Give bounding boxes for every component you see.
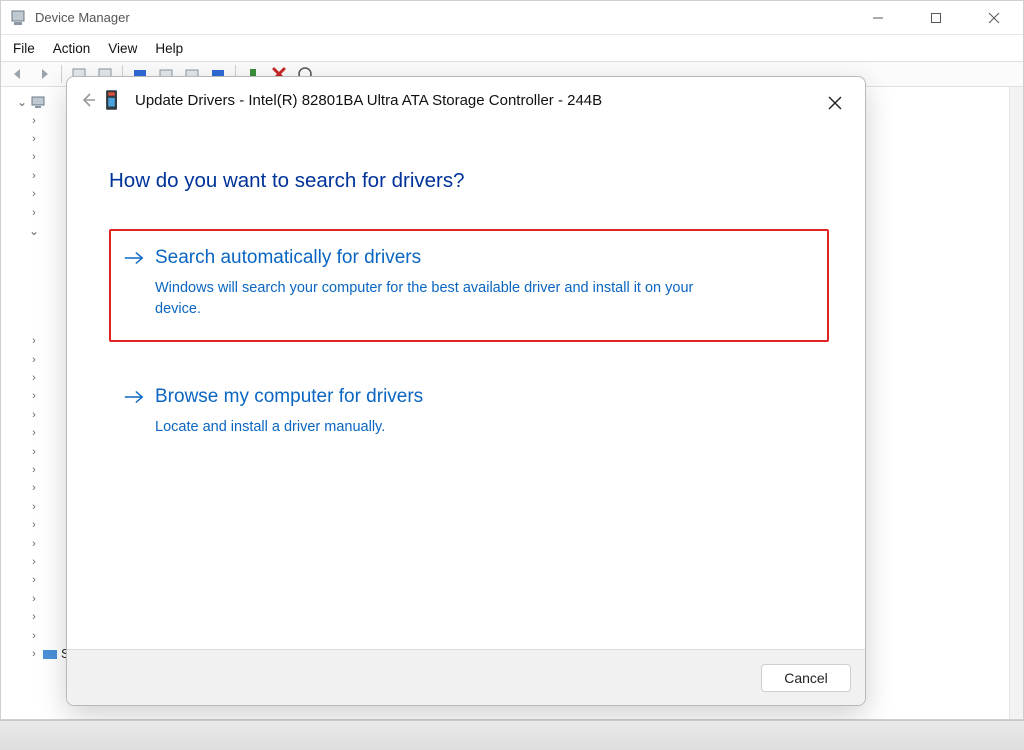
- menu-file[interactable]: File: [13, 41, 35, 56]
- option-title: Browse my computer for drivers: [155, 386, 809, 409]
- chevron-right-icon: ›: [27, 611, 41, 623]
- chevron-right-icon: ›: [27, 574, 41, 586]
- cancel-button[interactable]: Cancel: [761, 664, 851, 692]
- option-search-automatically[interactable]: Search automatically for drivers Windows…: [109, 229, 829, 342]
- taskbar[interactable]: [0, 720, 1024, 750]
- chevron-right-icon: ›: [27, 409, 41, 421]
- chevron-right-icon: ›: [27, 133, 41, 145]
- arrow-right-icon: [123, 247, 145, 265]
- chevron-right-icon: ›: [27, 556, 41, 568]
- chevron-right-icon: ›: [27, 593, 41, 605]
- hardware-icon: [105, 88, 125, 112]
- titlebar: Device Manager: [1, 1, 1023, 35]
- chevron-right-icon: ›: [27, 151, 41, 163]
- maximize-button[interactable]: [907, 1, 965, 35]
- dialog-title: Update Drivers - Intel(R) 82801BA Ultra …: [135, 92, 602, 109]
- chevron-right-icon: ›: [27, 464, 41, 476]
- folder-icon: [41, 648, 59, 660]
- computer-icon: [29, 95, 47, 109]
- option-description: Locate and install a driver manually.: [155, 417, 715, 438]
- option-browse-manually[interactable]: Browse my computer for drivers Locate an…: [109, 368, 829, 460]
- menu-action[interactable]: Action: [53, 41, 91, 56]
- chevron-right-icon: ›: [27, 648, 41, 660]
- dialog-heading: How do you want to search for drivers?: [109, 169, 829, 193]
- chevron-right-icon: ›: [27, 519, 41, 531]
- menu-help[interactable]: Help: [155, 41, 183, 56]
- chevron-right-icon: ›: [27, 501, 41, 513]
- option-title: Search automatically for drivers: [155, 247, 809, 270]
- dialog-close-button[interactable]: [823, 91, 847, 115]
- window-close-button[interactable]: [965, 1, 1023, 35]
- chevron-down-icon: ⌄: [27, 224, 41, 238]
- option-description: Windows will search your computer for th…: [155, 278, 715, 320]
- dialog-footer: Cancel: [67, 649, 865, 705]
- arrow-right-icon: [123, 386, 145, 404]
- dialog-back-button[interactable]: [75, 87, 101, 113]
- chevron-right-icon: ›: [27, 372, 41, 384]
- dialog-header: Update Drivers - Intel(R) 82801BA Ultra …: [67, 77, 865, 113]
- chevron-right-icon: ›: [27, 207, 41, 219]
- chevron-right-icon: ›: [27, 538, 41, 550]
- nav-back-button[interactable]: [7, 63, 29, 85]
- chevron-right-icon: ›: [27, 115, 41, 127]
- chevron-right-icon: ›: [27, 170, 41, 182]
- chevron-right-icon: ›: [27, 188, 41, 200]
- vertical-scrollbar[interactable]: [1009, 87, 1023, 719]
- minimize-button[interactable]: [849, 1, 907, 35]
- menu-bar: File Action View Help: [1, 35, 1023, 61]
- chevron-right-icon: ›: [27, 390, 41, 402]
- update-drivers-dialog: Update Drivers - Intel(R) 82801BA Ultra …: [66, 76, 866, 706]
- app-icon: [9, 9, 27, 27]
- window-title: Device Manager: [35, 10, 130, 25]
- chevron-right-icon: ›: [27, 482, 41, 494]
- chevron-right-icon: ›: [27, 446, 41, 458]
- chevron-right-icon: ›: [27, 427, 41, 439]
- chevron-right-icon: ›: [27, 630, 41, 642]
- chevron-right-icon: ›: [27, 335, 41, 347]
- menu-view[interactable]: View: [108, 41, 137, 56]
- chevron-right-icon: ›: [27, 354, 41, 366]
- nav-forward-button[interactable]: [33, 63, 55, 85]
- chevron-down-icon: ⌄: [15, 95, 29, 109]
